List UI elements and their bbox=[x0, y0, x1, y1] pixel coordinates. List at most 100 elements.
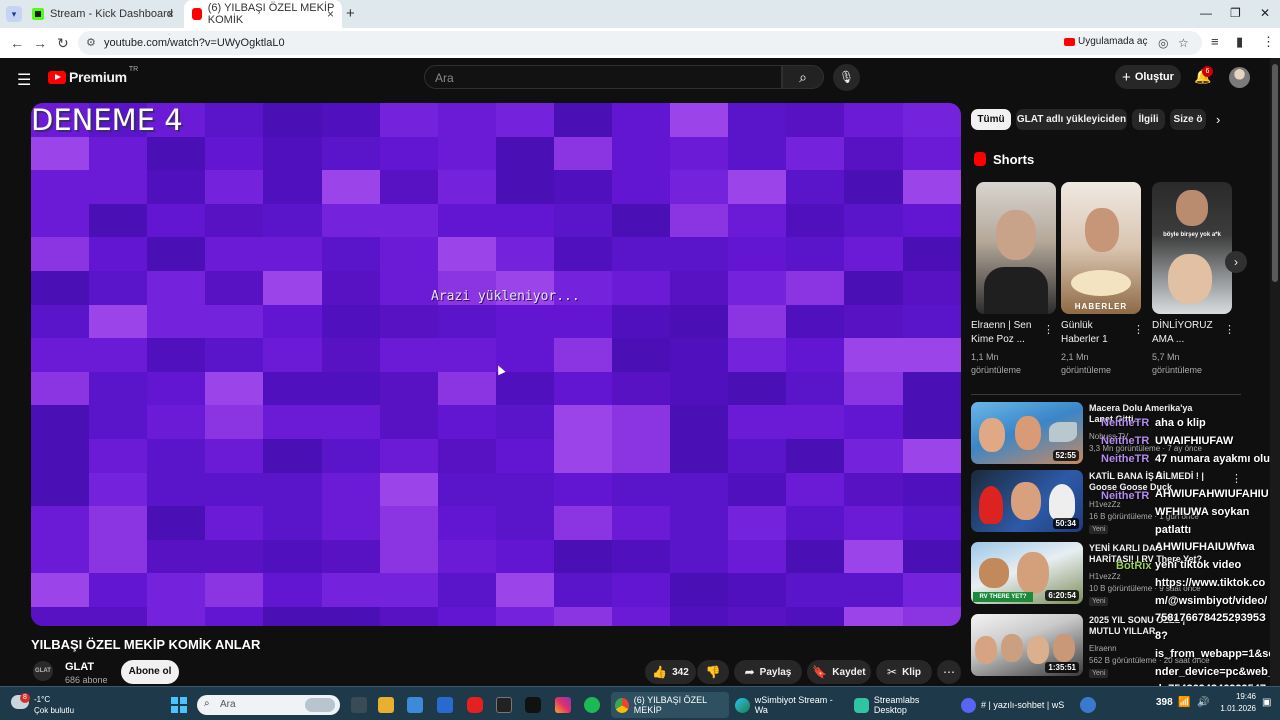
terrain-tile bbox=[844, 136, 904, 172]
recommended-thumbnail[interactable]: 50:34 bbox=[971, 470, 1083, 532]
search-input[interactable]: Ara bbox=[424, 65, 782, 89]
terrain-tile bbox=[379, 472, 439, 508]
close-tab-icon[interactable]: × bbox=[167, 7, 174, 21]
terrain-tile bbox=[902, 170, 961, 205]
tray-count[interactable]: 398 bbox=[1156, 697, 1173, 708]
terrain-tile bbox=[728, 338, 788, 373]
windows-start-icon[interactable] bbox=[171, 697, 187, 713]
chip-related[interactable]: İlgili bbox=[1132, 109, 1165, 130]
taskbar-app-edge[interactable]: wSimbiyot Stream - Wa bbox=[731, 692, 847, 718]
extension-icon[interactable]: ▮ bbox=[1236, 34, 1243, 50]
task-view-icon[interactable] bbox=[351, 697, 367, 713]
terrain-tile bbox=[205, 371, 265, 407]
tab-search-icon[interactable]: ▾ bbox=[6, 6, 22, 22]
omnibox[interactable]: ⚙ youtube.com/watch?v=UWyOgktlaL0 Uygula… bbox=[78, 31, 1202, 55]
person-face-icon bbox=[1011, 482, 1041, 520]
dislike-button[interactable]: 👎 bbox=[697, 660, 729, 684]
new-tab-icon[interactable]: + bbox=[346, 5, 355, 22]
more-vertical-icon[interactable]: ⋮ bbox=[1133, 323, 1144, 336]
create-button[interactable]: + Oluştur bbox=[1115, 65, 1181, 89]
tab-kick-dashboard[interactable]: Stream - Kick Dashboard × bbox=[26, 0, 182, 28]
weather-widget[interactable]: -1°C Çok bulutlu bbox=[34, 694, 74, 716]
file-explorer-icon[interactable] bbox=[378, 697, 394, 713]
back-icon[interactable]: ← bbox=[10, 35, 24, 51]
channel-avatar[interactable]: GLAT bbox=[33, 661, 53, 681]
voice-search-button[interactable]: 🎙 bbox=[833, 64, 860, 91]
reload-icon[interactable]: ↻ bbox=[57, 35, 69, 52]
close-tab-icon[interactable]: × bbox=[327, 7, 334, 21]
recommended-thumbnail[interactable]: RV THERE YET? 6:20:54 bbox=[971, 542, 1083, 604]
terrain-tile bbox=[437, 136, 497, 172]
youtube-premium-logo[interactable]: Premium TR bbox=[48, 66, 138, 85]
outlook-icon[interactable] bbox=[437, 697, 453, 713]
restore-icon[interactable]: ❐ bbox=[1230, 6, 1241, 20]
instagram-icon[interactable] bbox=[555, 697, 571, 713]
bookmark-star-icon[interactable]: ☆ bbox=[1178, 36, 1189, 50]
tab-youtube-video[interactable]: (6) YILBAŞI ÖZEL MEKİP KOMİK × bbox=[184, 0, 342, 28]
terrain-tile bbox=[31, 203, 91, 239]
chip-all[interactable]: Tümü bbox=[971, 109, 1011, 130]
terrain-tile bbox=[379, 203, 439, 239]
browser-menu-icon[interactable]: ⋮ bbox=[1262, 34, 1275, 50]
taskbar-app-discord[interactable]: # | yazılı-sohbet | wS bbox=[957, 692, 1071, 718]
short-thumbnail[interactable]: HABERLER bbox=[1061, 182, 1141, 314]
youtube-app-icon[interactable] bbox=[467, 697, 483, 713]
site-info-icon[interactable]: ⚙ bbox=[86, 36, 96, 49]
menu-icon[interactable]: ☰ bbox=[17, 70, 31, 90]
subscribe-button[interactable]: Abone ol bbox=[121, 660, 179, 684]
clip-button[interactable]: ✂ Klip bbox=[876, 660, 932, 684]
chevron-right-icon[interactable]: › bbox=[1216, 112, 1220, 127]
app-icon[interactable] bbox=[1080, 697, 1096, 713]
short-title[interactable]: DİNLİYORUZ AMA ... bbox=[1152, 319, 1224, 347]
volume-icon[interactable]: 🔊 bbox=[1197, 697, 1209, 708]
short-thumbnail[interactable] bbox=[976, 182, 1056, 314]
channel-name[interactable]: GLAT bbox=[65, 661, 94, 673]
terrain-tile bbox=[612, 607, 672, 626]
more-horizontal-icon: ⋯ bbox=[943, 665, 955, 679]
microsoft-store-icon[interactable] bbox=[407, 697, 423, 713]
taskbar-app-streamlabs[interactable]: Streamlabs Desktop bbox=[850, 692, 954, 718]
like-button[interactable]: 👍 342 bbox=[645, 660, 696, 684]
save-button[interactable]: 🔖 Kaydet bbox=[807, 660, 871, 684]
weather-description: Çok bulutlu bbox=[34, 706, 75, 715]
more-actions-button[interactable]: ⋯ bbox=[937, 660, 961, 684]
more-vertical-icon[interactable]: ⋮ bbox=[1224, 323, 1235, 336]
scrollbar-thumb[interactable] bbox=[1272, 64, 1278, 282]
tab-list-icon[interactable]: ≡ bbox=[1211, 34, 1219, 49]
search-button[interactable]: ⌕ bbox=[782, 65, 824, 89]
more-vertical-icon[interactable]: ⋮ bbox=[1043, 323, 1054, 336]
close-window-icon[interactable]: ✕ bbox=[1260, 6, 1270, 20]
forward-icon[interactable]: → bbox=[33, 35, 47, 51]
video-player[interactable]: DENEME 4 Arazi yükleniyor... bbox=[31, 103, 961, 626]
terrain-tile bbox=[670, 607, 730, 626]
person-face-icon bbox=[1168, 254, 1212, 304]
tiktok-icon[interactable] bbox=[525, 697, 541, 713]
chip-for-you[interactable]: Size ö bbox=[1170, 109, 1206, 130]
terrain-tile bbox=[437, 539, 497, 575]
video-overlay-title: DENEME 4 bbox=[31, 103, 183, 137]
taskbar-app-chrome[interactable]: (6) YILBAŞI ÖZEL MEKİP bbox=[611, 692, 729, 718]
minimize-icon[interactable]: — bbox=[1200, 6, 1212, 20]
system-clock[interactable]: 19:46 1.01.2026 bbox=[1218, 691, 1256, 715]
person-face-icon bbox=[1001, 634, 1023, 662]
hide-eye-icon[interactable]: ◎ bbox=[1158, 36, 1168, 50]
terrain-tile bbox=[670, 371, 730, 407]
recommended-thumbnail[interactable]: 1:35:51 bbox=[971, 614, 1083, 676]
network-icon[interactable]: 📶 bbox=[1178, 697, 1190, 708]
terrain-tile bbox=[728, 472, 788, 508]
notification-center-icon[interactable]: ▣ bbox=[1262, 697, 1271, 708]
terrain-tile bbox=[902, 472, 961, 508]
open-in-app-button[interactable]: Uygulamada aç bbox=[1064, 36, 1147, 47]
url-text[interactable]: youtube.com/watch?v=UWyOgktlaL0 bbox=[104, 37, 285, 49]
short-title[interactable]: Elraenn | Sen Kime Poz ... bbox=[971, 319, 1043, 347]
share-button[interactable]: ➦ Paylaş bbox=[734, 660, 802, 684]
recommended-thumbnail[interactable]: 52:55 bbox=[971, 402, 1083, 464]
spotify-icon[interactable] bbox=[584, 697, 600, 713]
capcut-icon[interactable] bbox=[496, 697, 512, 713]
short-thumbnail[interactable]: böyle birşey yok a*k bbox=[1152, 182, 1232, 314]
taskbar-search-input[interactable]: ⌕ Ara bbox=[197, 695, 340, 715]
short-title[interactable]: Günlük Haberler 1 bbox=[1061, 319, 1133, 347]
shorts-next-button[interactable]: › bbox=[1225, 251, 1247, 273]
account-avatar[interactable] bbox=[1229, 67, 1250, 88]
chip-from-uploader[interactable]: GLAT adlı yükleyiciden bbox=[1016, 109, 1127, 130]
